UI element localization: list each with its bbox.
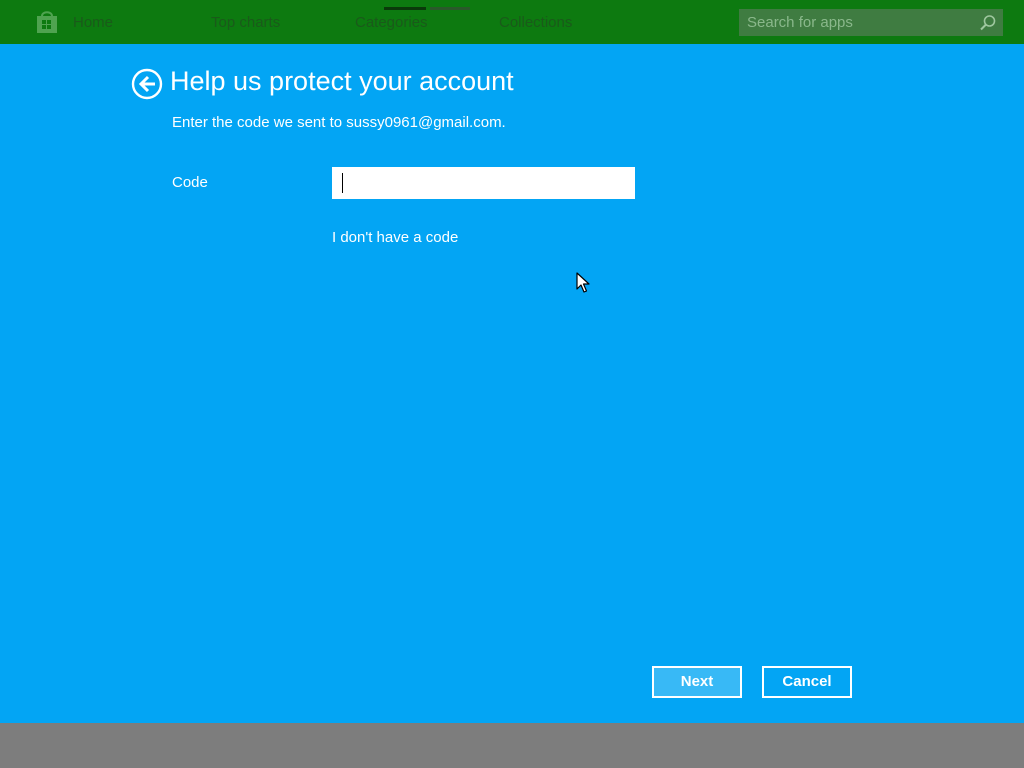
next-button[interactable]: Next: [652, 666, 742, 698]
text-caret: [342, 173, 343, 193]
search-box: [739, 9, 1003, 36]
nav-categories[interactable]: Categories: [355, 14, 428, 31]
cancel-button[interactable]: Cancel: [762, 666, 852, 698]
store-bag-icon[interactable]: [34, 9, 60, 35]
no-code-link[interactable]: I don't have a code: [332, 229, 458, 246]
mouse-pointer-icon: [576, 272, 590, 293]
background-strip: [0, 723, 1024, 768]
loading-indicator-dash: [430, 7, 470, 10]
code-input[interactable]: [332, 167, 635, 199]
loading-indicator-dash: [384, 7, 426, 10]
nav-collections[interactable]: Collections: [499, 14, 572, 31]
protect-account-dialog: Help us protect your account Enter the c…: [0, 44, 1024, 723]
code-label: Code: [172, 174, 208, 191]
back-arrow-icon[interactable]: [131, 68, 163, 100]
instruction-text: Enter the code we sent to sussy0961@gmai…: [172, 114, 506, 131]
nav-top-charts[interactable]: Top charts: [211, 14, 280, 31]
nav-home[interactable]: Home: [73, 14, 113, 31]
page-title: Help us protect your account: [170, 66, 514, 96]
search-icon[interactable]: [979, 14, 997, 32]
search-input[interactable]: [739, 9, 977, 36]
store-top-bar: Home Top charts Categories Collections: [0, 0, 1024, 44]
